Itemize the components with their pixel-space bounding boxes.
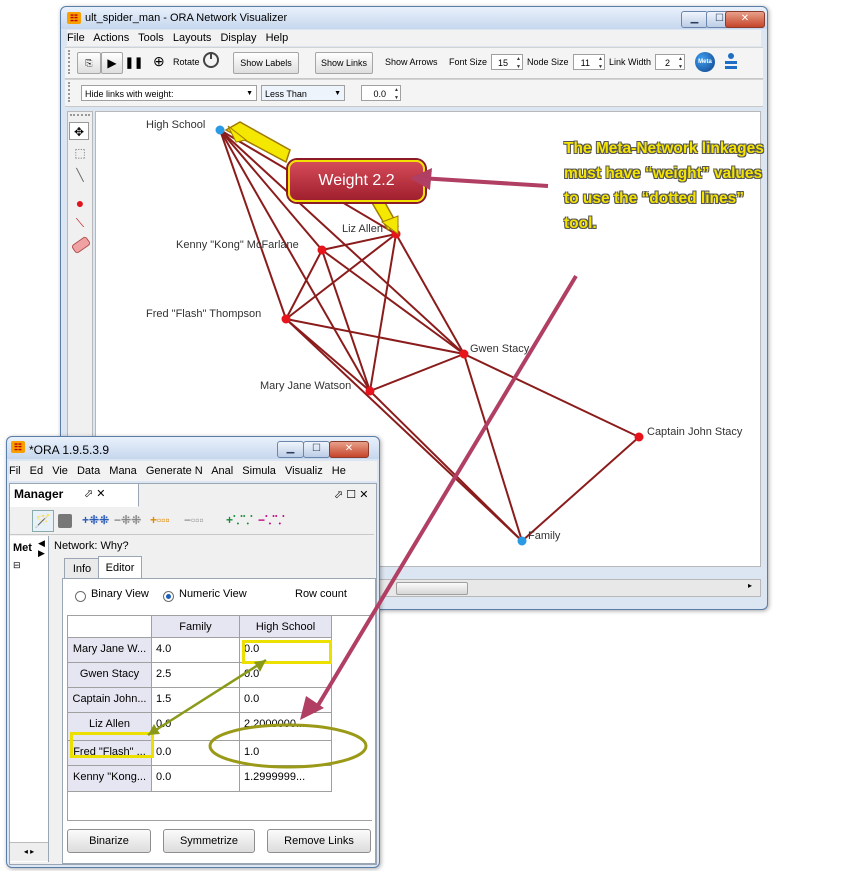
callout-arrow-cell [312,274,578,714]
callout-line: The Meta-Network linkages [564,140,764,157]
callout-line: tool. [564,215,597,232]
callout-arrowhead-badge [410,168,432,190]
callout-line: must have “weight” values [564,165,763,182]
annotation-overlay [147,168,578,769]
connector-line [147,658,267,737]
annotation-callout: The Meta-Network linkages must have “wei… [564,136,764,236]
callout-arrow-badge [419,176,549,188]
callout-line: to use the “dotted lines” [564,190,744,207]
highlight-ellipse [208,723,368,769]
